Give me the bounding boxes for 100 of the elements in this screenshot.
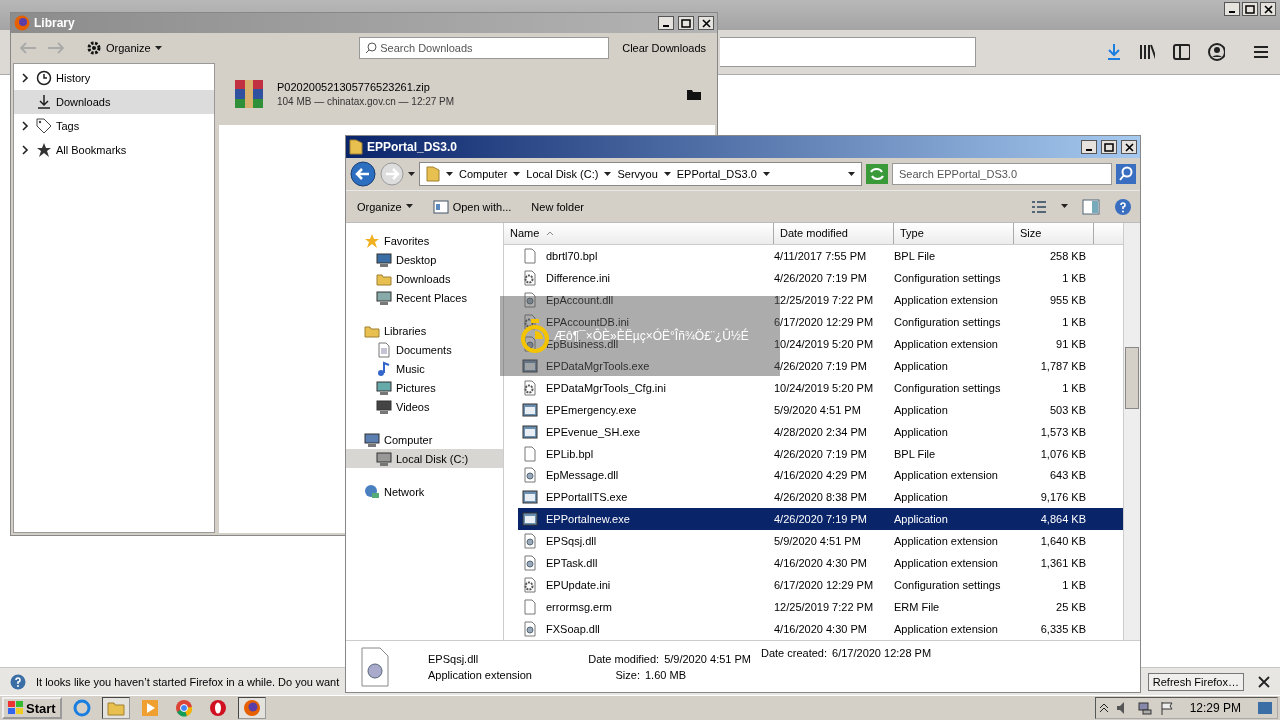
computer-icon (376, 450, 392, 467)
navigation-item[interactable]: Pictures (346, 378, 503, 397)
folder-icon[interactable] (687, 88, 701, 100)
file-type: Configuration settings (893, 381, 1002, 394)
maximize-icon (1104, 142, 1114, 152)
search-field[interactable]: Search Downloads (359, 37, 610, 59)
folder-icon (349, 139, 363, 155)
organize-button[interactable]: Organize (83, 38, 165, 58)
caret-icon (604, 171, 612, 177)
sidebar-item[interactable]: Downloads (14, 90, 214, 114)
file-size: 1 KB (1061, 315, 1087, 328)
back-icon[interactable] (350, 161, 376, 187)
sidebar-item[interactable]: All Bookmarks (14, 138, 214, 162)
maximize-button[interactable] (1242, 2, 1258, 16)
address-bar[interactable]: Computer Local Disk (C:) Servyou EPPortal_DS3.0 (419, 162, 862, 186)
download-item[interactable]: P020200521305776523261.zip 104 MB — chinatax.gov.cn — 12:27 PM (219, 63, 715, 125)
sidebar-icon[interactable] (1173, 44, 1191, 60)
network-icon[interactable] (1137, 701, 1152, 715)
close-button[interactable] (698, 16, 714, 30)
taskbar-folder-icon[interactable] (101, 697, 130, 719)
library-icon[interactable] (1138, 44, 1156, 60)
navigation-item[interactable]: Network (346, 482, 503, 501)
application-icon (522, 357, 538, 374)
navigation-item[interactable]: Music (346, 359, 503, 378)
file-size: 1 KB (1061, 271, 1087, 284)
sidebar-item[interactable]: Tags (14, 114, 214, 138)
address-bar[interactable] (720, 37, 976, 67)
start-button[interactable]: Start (2, 697, 62, 719)
file-name: P020200521305776523261.zip (277, 81, 431, 93)
file-type: Application (893, 513, 949, 526)
navigation-item[interactable]: Computer (346, 430, 503, 449)
navigation-item[interactable]: Downloads (346, 269, 503, 288)
navigation-item[interactable]: Recent Places (346, 288, 503, 307)
maximize-button[interactable] (678, 16, 694, 30)
caret-icon (848, 171, 855, 177)
toolbar-button[interactable]: Open with... (429, 197, 515, 216)
file-type: Application (893, 425, 949, 438)
file-name: EPDataMgrTools.exe (545, 359, 650, 372)
file-size: 1 KB (1061, 579, 1087, 592)
navigation-item[interactable]: Libraries (346, 321, 503, 340)
download-icon[interactable] (1105, 43, 1121, 61)
file-size: 1,573 KB (1039, 425, 1087, 438)
navigation-item[interactable]: Desktop (346, 250, 503, 269)
application-icon (522, 423, 538, 440)
selected-file-row[interactable]: EPPortalnew.exe 4/26/2020 7:19 PM Application 4,864 KB (518, 508, 1123, 531)
date-modified: 4/26/2020 7:19 PM (773, 359, 868, 372)
account-icon[interactable] (1208, 43, 1226, 61)
gear-file-icon (522, 335, 538, 352)
flag-icon[interactable] (1159, 701, 1174, 715)
tray-arrow-icon[interactable] (1099, 703, 1108, 713)
preview-pane-icon[interactable] (1082, 198, 1100, 215)
file-type: Application extension (893, 469, 999, 482)
date-modified: 4/26/2020 7:19 PM (773, 513, 868, 526)
column-header[interactable]: Type (894, 223, 1014, 244)
navigation-item[interactable]: Local Disk (C:) (346, 449, 503, 468)
close-button[interactable] (1260, 2, 1276, 16)
column-header[interactable]: Size (1014, 223, 1094, 244)
search-field[interactable]: Search EPPortal_DS3.0 (892, 163, 1112, 185)
toolbar-button[interactable]: New folder (528, 198, 587, 215)
close-button[interactable] (1121, 140, 1137, 154)
menu-icon[interactable] (1253, 45, 1268, 59)
gear-file-icon (522, 269, 538, 286)
view-options-icon[interactable] (1031, 199, 1047, 214)
taskbar-firefox-icon[interactable] (237, 697, 266, 719)
minimize-button[interactable] (1081, 140, 1097, 154)
breadcrumb-item[interactable]: Computer (459, 168, 508, 180)
file-name: EpAccount.dll (545, 293, 614, 306)
window-title: EPPortal_DS3.0 (367, 140, 459, 154)
show-desktop-icon[interactable] (1257, 701, 1273, 715)
scrollbar[interactable] (1123, 223, 1140, 640)
help-icon[interactable] (1114, 197, 1132, 216)
navigation-item[interactable]: Favorites (346, 231, 503, 250)
breadcrumb-item[interactable]: EPPortal_DS3.0 (676, 168, 757, 180)
column-header[interactable]: Date modified (774, 223, 894, 244)
gear-file-icon (522, 533, 538, 550)
sidebar-item[interactable]: History (14, 66, 214, 90)
file-name: FXSoap.dll (545, 623, 600, 636)
file-name: EPTask.dll (545, 557, 598, 570)
refresh-icon[interactable] (866, 164, 888, 184)
breadcrumb-item[interactable]: Servyou (617, 168, 658, 180)
refresh-firefox-button[interactable]: Refresh Firefox… (1147, 672, 1244, 691)
star-icon (364, 232, 380, 249)
search-icon[interactable] (1116, 164, 1136, 184)
minimize-button[interactable] (658, 16, 674, 30)
toolbar-button[interactable]: Organize (354, 198, 416, 215)
file-name: EPUpdate.ini (545, 579, 611, 592)
clear-downloads-button[interactable]: Clear Downloads (619, 40, 709, 56)
navigation-item[interactable]: Documents (346, 340, 503, 359)
minimize-button[interactable] (1224, 2, 1240, 16)
breadcrumb-item[interactable]: Local Disk (C:) (526, 168, 599, 180)
window-title: Library (34, 16, 76, 30)
column-header[interactable]: Name (504, 223, 774, 244)
maximize-button[interactable] (1101, 140, 1117, 154)
caret-icon (405, 204, 413, 209)
windows-logo-icon (8, 701, 24, 715)
close-icon[interactable] (1258, 675, 1270, 688)
file-name: EPAccountDB.ini (545, 315, 629, 328)
file-icon (358, 646, 392, 687)
file-type: Application extension (893, 623, 999, 636)
navigation-item[interactable]: Videos (346, 397, 503, 416)
